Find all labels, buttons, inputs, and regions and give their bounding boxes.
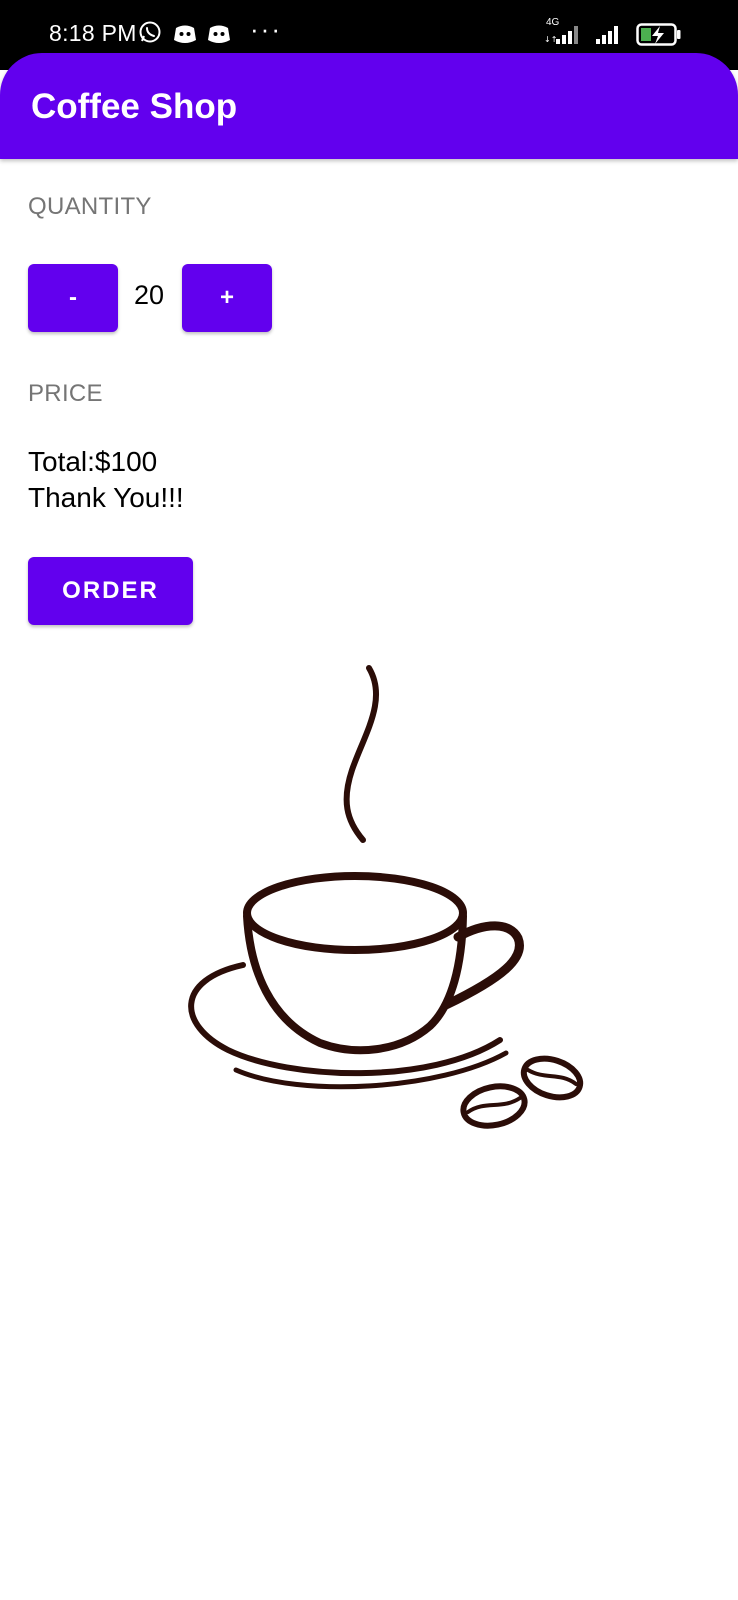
signal-icon: ↓↑ [544,26,578,44]
decrement-button[interactable]: - [28,264,118,332]
discord-icon [174,25,196,43]
coffee-cup-illustration [188,665,584,1129]
price-label: PRICE [28,380,103,407]
app-bar: Coffee Shop [0,53,738,159]
svg-text:↓↑: ↓↑ [544,35,557,44]
battery-charging-icon [636,23,681,46]
more-notifications-icon: ··· [250,14,282,44]
app-title: Coffee Shop [31,87,238,126]
price-total: Total:$100 [28,446,158,477]
whatsapp-icon [139,21,161,43]
increment-button[interactable]: + [182,264,272,332]
quantity-label: QUANTITY [28,193,152,220]
thank-you-message: Thank You!!! [28,482,184,513]
status-time: 8:18 PM [49,20,137,46]
discord-icon [208,25,230,43]
order-button[interactable]: ORDER [28,557,193,625]
quantity-value: 20 [133,280,165,310]
signal-icon [596,26,618,44]
